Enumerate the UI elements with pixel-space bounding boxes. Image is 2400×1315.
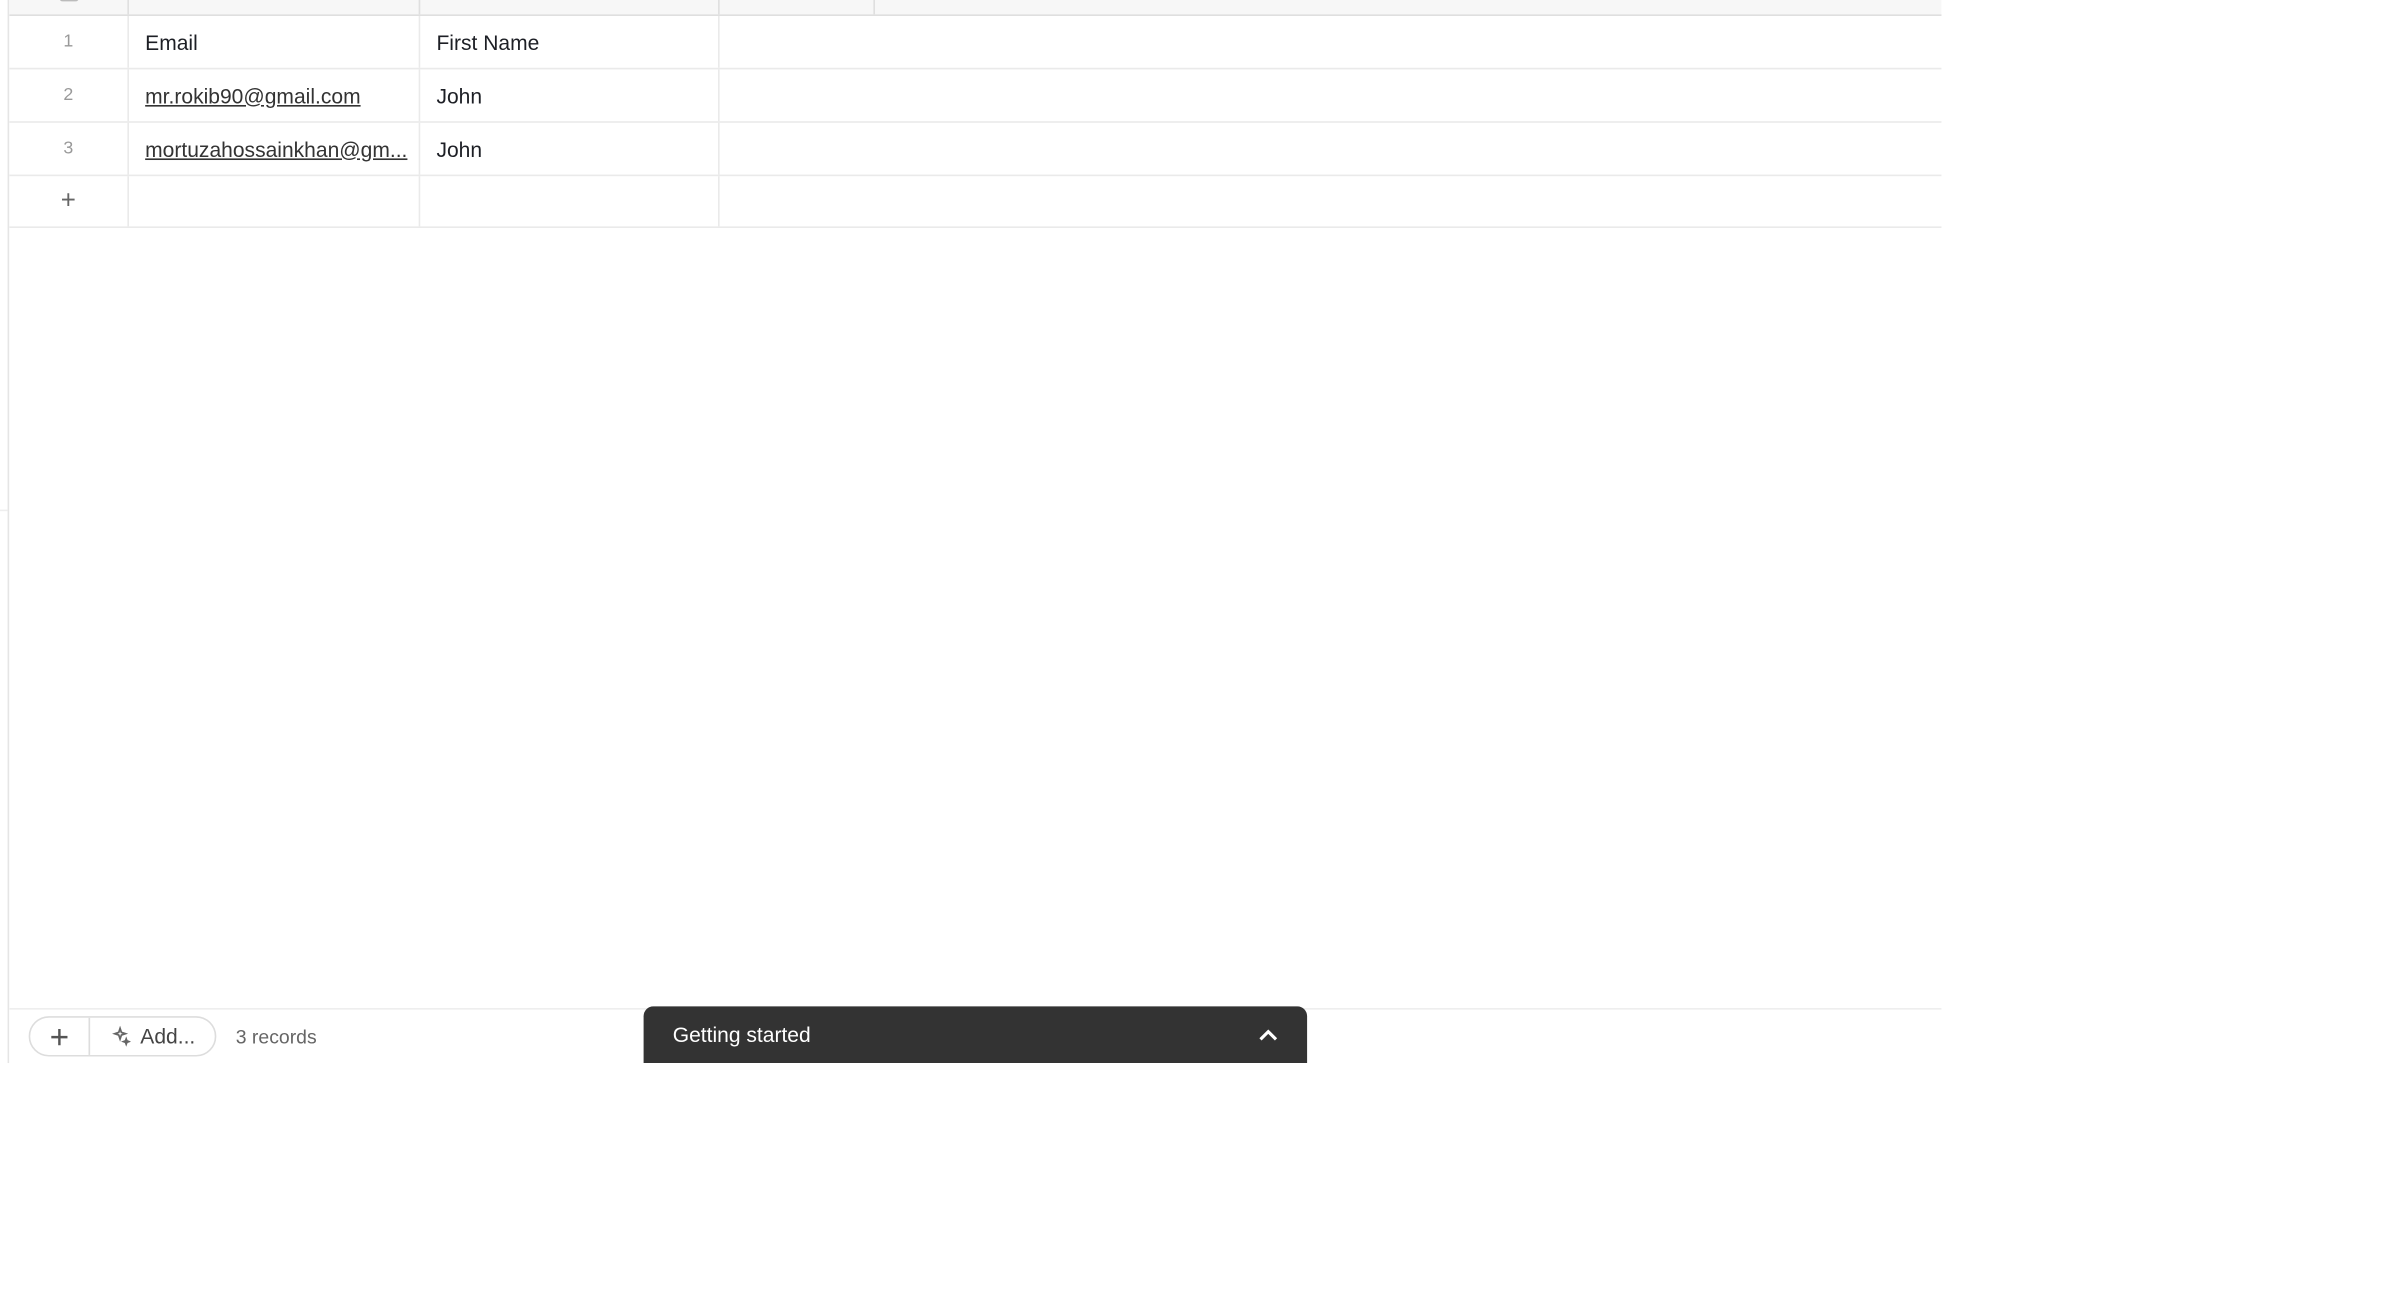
select-all-cell[interactable] — [9, 0, 129, 14]
text-icon — [433, 0, 456, 2]
footer-add-menu-button[interactable]: Add... — [90, 1018, 215, 1055]
checkbox-icon — [59, 0, 78, 1]
grid-area: Email First Name 1 Email First Name 2 mr… — [9, 0, 1941, 1063]
row-number: 2 — [9, 69, 129, 121]
row-number: 1 — [9, 16, 129, 68]
add-row[interactable]: + — [9, 176, 1941, 228]
record-count: 3 records — [236, 1025, 317, 1048]
create-section: Create... Grid+Form+Calendar+Gallery+Kan… — [0, 510, 8, 1063]
add-column-button[interactable] — [720, 0, 875, 14]
column-label: First Name — [466, 0, 569, 3]
cell-email[interactable]: mr.rokib90@gmail.com — [129, 69, 420, 121]
plus-icon — [50, 1027, 69, 1046]
cell-email[interactable]: mortuzahossainkhan@gm... — [129, 123, 420, 175]
table-row[interactable]: 3 mortuzahossainkhan@gm... John — [9, 123, 1941, 176]
cell-email[interactable]: Email — [129, 16, 420, 68]
column-header-firstname[interactable]: First Name — [420, 0, 719, 14]
table-row[interactable]: 1 Email First Name — [9, 16, 1941, 69]
column-header-email[interactable]: Email — [129, 0, 420, 14]
footer-add-group: Add... — [29, 1016, 217, 1056]
getting-started-panel[interactable]: Getting started — [644, 1006, 1308, 1063]
column-label: Email — [174, 0, 227, 3]
sparkle-icon — [110, 1026, 131, 1047]
row-number: 3 — [9, 123, 129, 175]
getting-started-label: Getting started — [673, 1023, 811, 1047]
plus-icon — [786, 0, 807, 1]
footer-add-button[interactable] — [30, 1018, 90, 1055]
cell-firstname[interactable]: First Name — [420, 16, 719, 68]
footer-add-label: Add... — [140, 1024, 195, 1048]
table-row[interactable]: 2 mr.rokib90@gmail.com John — [9, 69, 1941, 122]
chevron-up-icon — [1259, 1025, 1278, 1044]
cell-firstname[interactable]: John — [420, 123, 719, 175]
cell-firstname[interactable]: John — [420, 69, 719, 121]
grid-header-row: Email First Name — [9, 0, 1941, 16]
add-row-plus[interactable]: + — [9, 176, 129, 226]
views-sidebar: Grid view Create... Grid+Form+Calendar+G… — [0, 0, 9, 1063]
email-icon — [142, 0, 165, 2]
